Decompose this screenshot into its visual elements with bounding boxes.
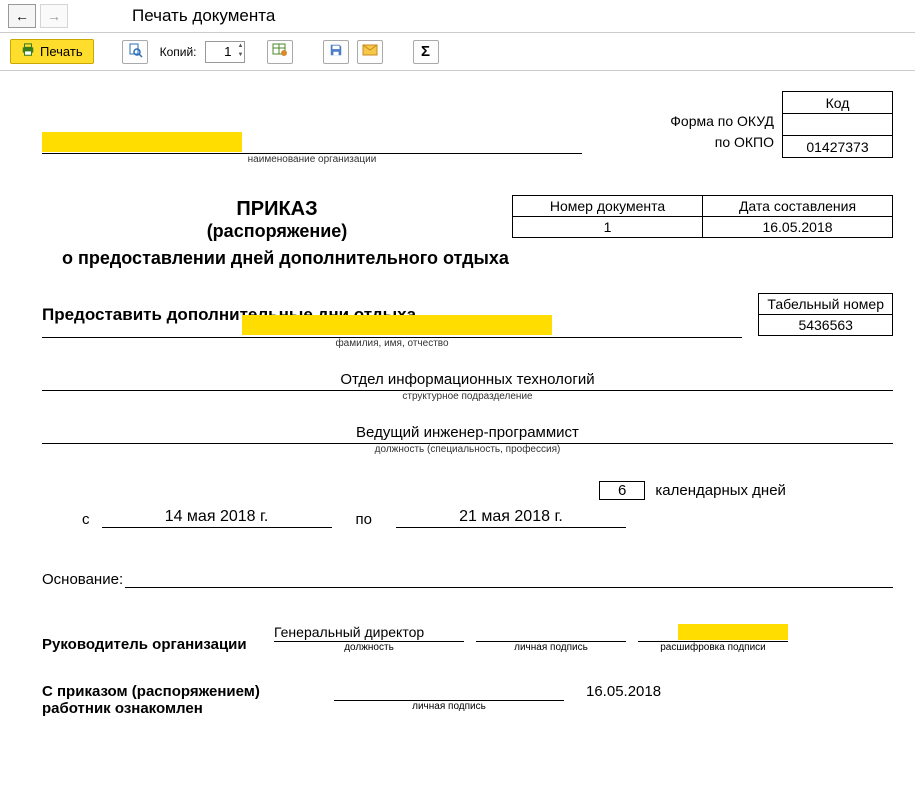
okpo-label: по ОКПО	[670, 132, 774, 153]
sum-button[interactable]: Σ	[413, 40, 439, 64]
page-title: Печать документа	[132, 6, 275, 26]
acknowledge-label: С приказом (распоряжением) работник озна…	[42, 683, 272, 717]
email-button[interactable]	[357, 40, 383, 64]
fio-caption: фамилия, имя, отчество	[42, 338, 742, 349]
manager-label: Руководитель организации	[42, 636, 262, 653]
doc-num-value: 1	[513, 217, 703, 238]
title-line2: (распоряжение)	[42, 221, 512, 242]
forward-button[interactable]: →	[40, 4, 68, 28]
fio-line	[42, 314, 742, 338]
position-value: Ведущий инженер-программист	[42, 424, 893, 444]
envelope-icon	[362, 44, 378, 59]
from-label: с	[82, 511, 90, 528]
okud-label: Форма по ОКУД	[670, 111, 774, 132]
save-button[interactable]	[323, 40, 349, 64]
main-toolbar: Печать Копий: ▲▼ Σ	[0, 33, 915, 71]
to-value: 21 мая 2018 г.	[396, 508, 626, 528]
fio-redacted	[242, 315, 552, 335]
department-value: Отдел информационных технологий	[42, 371, 893, 391]
to-label: по	[356, 511, 372, 528]
manager-sign-caption: личная подпись	[476, 642, 626, 653]
print-button[interactable]: Печать	[10, 39, 94, 64]
print-button-label: Печать	[40, 44, 83, 59]
magnifier-page-icon	[127, 42, 143, 61]
preview-button[interactable]	[122, 40, 148, 64]
code-table: Код 01427373	[782, 91, 893, 158]
okud-value	[783, 114, 893, 136]
printer-icon	[21, 43, 35, 60]
floppy-icon	[329, 43, 343, 60]
title-line3: о предоставлении дней дополнительного от…	[62, 248, 893, 269]
spinner-arrows[interactable]: ▲▼	[238, 42, 244, 60]
org-caption: наименование организации	[42, 154, 582, 165]
doc-num-header: Номер документа	[513, 196, 703, 217]
document-body: Форма по ОКУД по ОКПО Код 01427373 наиме…	[0, 71, 915, 737]
days-label: календарных дней	[655, 482, 786, 499]
back-button[interactable]: ←	[8, 4, 36, 28]
ack-sign-line	[334, 683, 564, 701]
ack-sign-caption: личная подпись	[334, 701, 564, 712]
manager-name-redacted	[678, 624, 788, 640]
org-redacted	[42, 132, 242, 152]
title-line1: ПРИКАЗ	[42, 198, 512, 221]
okpo-value: 01427373	[783, 136, 893, 158]
manager-name-caption: расшифровка подписи	[638, 642, 788, 653]
ack-date-value: 16.05.2018	[586, 683, 661, 700]
doc-date-header: Дата составления	[703, 196, 893, 217]
copies-label: Копий:	[160, 45, 197, 59]
department-caption: структурное подразделение	[42, 391, 893, 402]
manager-name-line	[638, 624, 788, 642]
tab-header: Табельный номер	[759, 294, 893, 315]
position-caption: должность (специальность, профессия)	[42, 444, 893, 455]
table-settings-button[interactable]	[267, 40, 293, 64]
tab-number-table: Табельный номер 5436563	[758, 293, 893, 336]
navigation-toolbar: ← → Печать документа	[0, 0, 915, 33]
manager-position-caption: должность	[274, 642, 464, 653]
tab-value: 5436563	[759, 315, 893, 336]
doc-info-table: Номер документа Дата составления 1 16.05…	[512, 195, 893, 238]
basis-line	[125, 568, 893, 588]
from-value: 14 мая 2018 г.	[102, 508, 332, 528]
manager-position-value: Генеральный директор	[274, 624, 464, 642]
doc-date-value: 16.05.2018	[703, 217, 893, 238]
manager-sign-line	[476, 624, 626, 642]
basis-label: Основание:	[42, 571, 123, 588]
sigma-icon: Σ	[421, 43, 430, 60]
table-gear-icon	[272, 42, 288, 61]
kod-header: Код	[783, 92, 893, 114]
title-block: ПРИКАЗ (распоряжение)	[42, 198, 512, 242]
days-value: 6	[599, 481, 645, 500]
